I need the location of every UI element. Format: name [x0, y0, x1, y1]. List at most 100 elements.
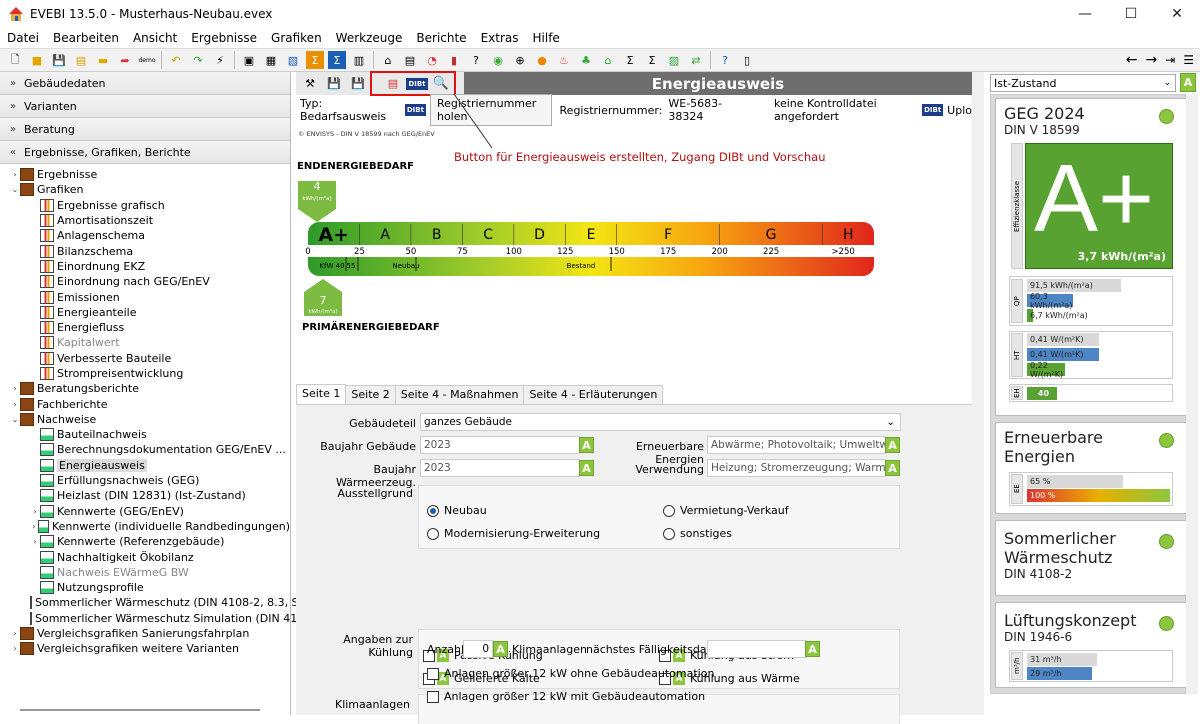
erneuerbare-input[interactable]: Abwärme; Photovoltaik; Umweltwärme	[707, 436, 886, 454]
sum3-icon[interactable]: Σ	[643, 51, 661, 69]
report-icon[interactable]: ▧	[284, 51, 302, 69]
building-icon[interactable]: ⌂	[379, 51, 397, 69]
stats-icon[interactable]: ▨	[665, 51, 683, 69]
tree-item[interactable]: Einordnung EKZ	[0, 259, 290, 274]
wand-icon[interactable]: ⚡	[211, 51, 229, 69]
dot-icon[interactable]: ●	[533, 51, 551, 69]
close-window-button[interactable]: ✕	[1154, 0, 1200, 28]
forward-arrow-icon[interactable]: →	[1145, 52, 1157, 68]
help-doc-icon[interactable]: ?	[467, 51, 485, 69]
menu-item[interactable]: Datei	[0, 31, 46, 45]
tree-item[interactable]: › Vergleichsgrafiken weitere Varianten	[0, 641, 290, 656]
sum2-icon[interactable]: Σ	[621, 51, 639, 69]
tree-item[interactable]: Amortisationszeit	[0, 213, 290, 228]
tools-icon[interactable]: ⚒	[301, 75, 319, 93]
dibt-upload-icon[interactable]: DIBt	[922, 104, 944, 116]
undo-icon[interactable]: ↶	[167, 51, 185, 69]
tree-item[interactable]: Einordnung nach GEG/EnEV	[0, 274, 290, 289]
auto-button[interactable]: A	[885, 460, 900, 476]
section-ergebnisse[interactable]: « Ergebnisse, Grafiken, Berichte	[0, 141, 290, 164]
tree-item[interactable]: Sommerlicher Wärmeschutz Simulation (DIN…	[0, 611, 311, 626]
variant-select[interactable]: Ist-Zustand ⌄	[990, 74, 1176, 92]
expander-icon[interactable]: ›	[30, 537, 40, 546]
summary-scrollbar[interactable]	[1186, 94, 1198, 694]
expander-icon[interactable]: ›	[10, 629, 20, 638]
expander-icon[interactable]: ⌄	[10, 415, 20, 424]
tab-item[interactable]: Seite 2	[345, 385, 396, 404]
menu-item[interactable]: Grafiken	[264, 31, 329, 45]
baujahr-waermeerzeuger-input[interactable]: 2023	[420, 459, 580, 477]
faelligkeit-input[interactable]	[707, 640, 807, 658]
tree-item[interactable]: Energiefluss	[0, 320, 290, 335]
target-icon[interactable]: ⊕	[511, 51, 529, 69]
jump-icon[interactable]: ⇥	[1165, 53, 1175, 67]
help-icon[interactable]: ?	[716, 51, 734, 69]
calc-icon[interactable]: ▤	[401, 51, 419, 69]
expander-icon[interactable]: ›	[10, 644, 20, 653]
erneuerbare-card[interactable]: Erneuerbare Energien EE 65 % 100 %	[995, 422, 1187, 514]
maximize-button[interactable]: ☐	[1108, 0, 1154, 28]
list-icon[interactable]: ☰	[1183, 53, 1194, 67]
auto-button[interactable]: A	[493, 641, 508, 657]
tree-item[interactable]: ⌄ Grafiken	[0, 182, 290, 197]
expander-icon[interactable]: ›	[30, 522, 38, 531]
gebaeudeteil-select[interactable]: ganzes Gebäude ⌄	[420, 413, 901, 431]
tree-item[interactable]: › Vergleichsgrafiken Sanierungsfahrplan	[0, 626, 290, 641]
auto-button[interactable]: A	[805, 641, 820, 657]
lueftungskonzept-card[interactable]: Lüftungskonzept DIN 1946-6 m³/h 31 m³/h …	[995, 602, 1187, 688]
save-icon[interactable]: 💾	[325, 75, 343, 93]
radio-sonstiges[interactable]: sonstiges	[663, 527, 732, 540]
tree-item[interactable]: Verbesserte Bauteile	[0, 351, 290, 366]
pdf-icon[interactable]: ▮	[445, 51, 463, 69]
save-icon[interactable]: 💾	[50, 51, 68, 69]
book-icon[interactable]: ▥	[350, 51, 368, 69]
tree-item[interactable]: Sommerlicher Wärmeschutz (DIN 4108-2, 8.…	[0, 595, 305, 610]
verwendung-input[interactable]: Heizung; Stromerzeugung; Warmwasser	[707, 459, 886, 477]
tree-item[interactable]: Berechnungsdokumentation GEG/EnEV ...	[0, 442, 290, 457]
section-beratung[interactable]: » Beratung	[0, 118, 290, 141]
tab-item[interactable]: Seite 4 - Maßnahmen	[394, 385, 525, 404]
tree-item[interactable]: › Kennwerte (Referenzgebäude)	[0, 534, 290, 549]
globe-icon[interactable]: ◉	[489, 51, 507, 69]
tree-item[interactable]: Erfüllungsnachweis (GEG)	[0, 473, 290, 488]
tree-item[interactable]: Nachhaltigkeit Ökobilanz	[0, 549, 290, 564]
baujahr-input[interactable]: 2023	[420, 436, 580, 454]
tree-item[interactable]: › Ergebnisse	[0, 167, 290, 182]
registriernummer-holen-button[interactable]: Registriernummer holen	[429, 94, 552, 126]
tree-item[interactable]: Bauteilnachweis	[0, 427, 290, 442]
menu-item[interactable]: Ergebnisse	[184, 31, 264, 45]
horizontal-scrollbar[interactable]	[20, 709, 260, 711]
tree-item[interactable]: Energieanteile	[0, 305, 290, 320]
expander-icon[interactable]: ⌄	[10, 185, 20, 194]
radio-vermietung[interactable]: Vermietung-Verkauf	[663, 504, 789, 517]
tree-item[interactable]: › Kennwerte (individuelle Randbedingungen…	[0, 519, 290, 534]
expander-icon[interactable]: ›	[30, 507, 40, 516]
house-icon[interactable]: ⌂	[599, 51, 617, 69]
tree-item[interactable]: ⌄ Nachweise	[0, 412, 290, 427]
tree-item[interactable]: Emissionen	[0, 289, 290, 304]
sum-blue-icon[interactable]: Σ	[328, 51, 346, 69]
folder-icon[interactable]: ▬	[94, 51, 112, 69]
section-varianten[interactable]: » Varianten	[0, 95, 290, 118]
radio-modernisierung[interactable]: Modernisierung-Erweiterung	[427, 527, 600, 540]
calculator-icon[interactable]: ▯	[738, 51, 756, 69]
upload-button[interactable]: Uplo	[947, 104, 972, 117]
demo-icon[interactable]: demo	[138, 51, 156, 69]
tree-item[interactable]: Nachweis EWärmeG BW	[0, 565, 290, 580]
tree-item[interactable]: Anlagenschema	[0, 228, 290, 243]
tree-item[interactable]: Ergebnisse grafisch	[0, 198, 290, 213]
back-arrow-icon[interactable]: ←	[1126, 52, 1138, 68]
export-icon[interactable]: ➦	[116, 51, 134, 69]
tree-item[interactable]: Strompreisentwicklung	[0, 366, 290, 381]
anzahl-input[interactable]: 0	[463, 640, 493, 658]
document-icon[interactable]: ▣	[240, 51, 258, 69]
sum-icon[interactable]: Σ	[306, 51, 324, 69]
tree-item[interactable]: › Kennwerte (GEG/EnEV)	[0, 504, 290, 519]
chart-icon[interactable]: ◔	[423, 51, 441, 69]
minimize-button[interactable]: —	[1062, 0, 1108, 28]
save-as-icon[interactable]: 💾	[349, 75, 367, 93]
flame-icon[interactable]: ♨	[555, 51, 573, 69]
arrows-icon[interactable]: ⇄	[687, 51, 705, 69]
expander-icon[interactable]: ›	[10, 170, 20, 179]
auto-button[interactable]: A	[1180, 73, 1196, 92]
